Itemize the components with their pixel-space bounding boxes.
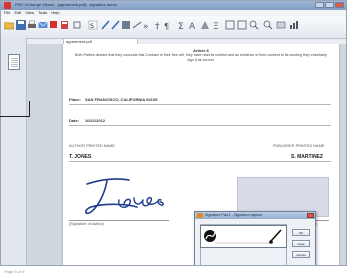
save-icon[interactable] (16, 20, 26, 30)
minimize-button[interactable] (315, 2, 324, 8)
svg-text:s: s (90, 21, 94, 30)
open-icon[interactable] (4, 20, 14, 30)
date-label: Date: (69, 118, 80, 123)
svg-text:Σ: Σ (178, 22, 184, 30)
svg-text:†: † (155, 22, 160, 30)
fit-icon[interactable] (249, 20, 259, 30)
callout-line-vertical (29, 101, 30, 117)
cancel-button[interactable]: Cancel (292, 251, 310, 258)
hand-icon[interactable] (72, 20, 82, 30)
close-button[interactable] (335, 2, 344, 8)
typewriter-icon[interactable]: s (88, 20, 98, 30)
pen-icon (197, 213, 203, 218)
author-signature[interactable] (77, 170, 197, 220)
author-signature-caption: (Signature of Author) (69, 222, 105, 226)
svg-text:»: » (143, 22, 149, 30)
date-value: 10/21/2012 (85, 118, 106, 123)
publisher-name: S. MARTINEZ (291, 154, 323, 160)
search-icon[interactable] (263, 20, 273, 30)
author-name: T. JONES (69, 154, 92, 160)
comment-icon[interactable]: » (143, 20, 153, 30)
print-icon[interactable] (27, 20, 37, 30)
page-thumbnail[interactable] (8, 54, 20, 70)
place-label: Place: (69, 97, 81, 102)
ok-button[interactable]: OK (292, 229, 310, 236)
stamp-icon[interactable]: Σ (178, 20, 188, 30)
document-viewport[interactable]: Article 6 Both Parties declare that they… (27, 44, 346, 265)
window-title: PDF-XChange Viewer - [agreement.pdf] - s… (15, 2, 117, 7)
article-text: Both Parties declare that they conclude … (75, 53, 327, 62)
highlight-icon[interactable]: ¶ (164, 20, 174, 30)
note-icon[interactable]: A (189, 20, 199, 30)
signature-pad[interactable] (200, 225, 287, 248)
place-value: SAN FRANCISCO, CALIFORNIA 94105 (85, 97, 158, 102)
undo-icon[interactable] (101, 20, 111, 30)
toolbar: s » † ¶ Σ A Ξ (1, 16, 346, 39)
name-line (69, 161, 331, 162)
svg-text:Ξ: Ξ (213, 22, 219, 30)
status-text: Page 6 of 6 (4, 269, 25, 274)
place-line (69, 104, 331, 105)
email-icon[interactable] (38, 20, 48, 30)
sign-icon[interactable] (132, 20, 142, 30)
author-label: AUTHOR PRINTED NAME (69, 144, 115, 148)
shape-icon[interactable] (200, 20, 210, 30)
snapshot-icon[interactable] (276, 20, 286, 30)
app-icon (4, 2, 11, 9)
app-window: PDF-XChange Viewer - [agreement.pdf] - s… (0, 0, 347, 266)
svg-text:¶: ¶ (164, 22, 169, 30)
rotate-icon[interactable] (225, 20, 235, 30)
pages-icon[interactable]: † (154, 20, 164, 30)
find-icon[interactable] (121, 20, 131, 30)
publisher-label: PUBLISHER PRINTED NAME (273, 144, 325, 148)
callout-line (0, 116, 30, 117)
document-page: Article 6 Both Parties declare that they… (63, 44, 339, 265)
clear-button[interactable]: Clear (292, 240, 310, 247)
svg-text:A: A (189, 22, 196, 30)
status-bar: Page 6 of 6 (0, 266, 354, 278)
chart-icon[interactable] (289, 20, 299, 30)
zoom-out-icon[interactable]: Ξ (213, 20, 223, 30)
title-bar: PDF-XChange Viewer - [agreement.pdf] - s… (1, 1, 346, 10)
select-icon[interactable] (60, 20, 70, 30)
dialog-close-button[interactable] (307, 213, 314, 218)
signature-dialog: Signature Pad 1 - Signature capture OK C… (194, 211, 316, 265)
date-line (69, 125, 331, 126)
thumbnails-panel (1, 38, 27, 265)
author-signature-line (69, 220, 169, 221)
redo-icon[interactable] (111, 20, 121, 30)
dialog-title: Signature Pad 1 - Signature capture (195, 212, 315, 219)
zoom-icon[interactable] (49, 20, 59, 30)
page-icon[interactable] (237, 20, 247, 30)
maximize-button[interactable] (325, 2, 334, 8)
